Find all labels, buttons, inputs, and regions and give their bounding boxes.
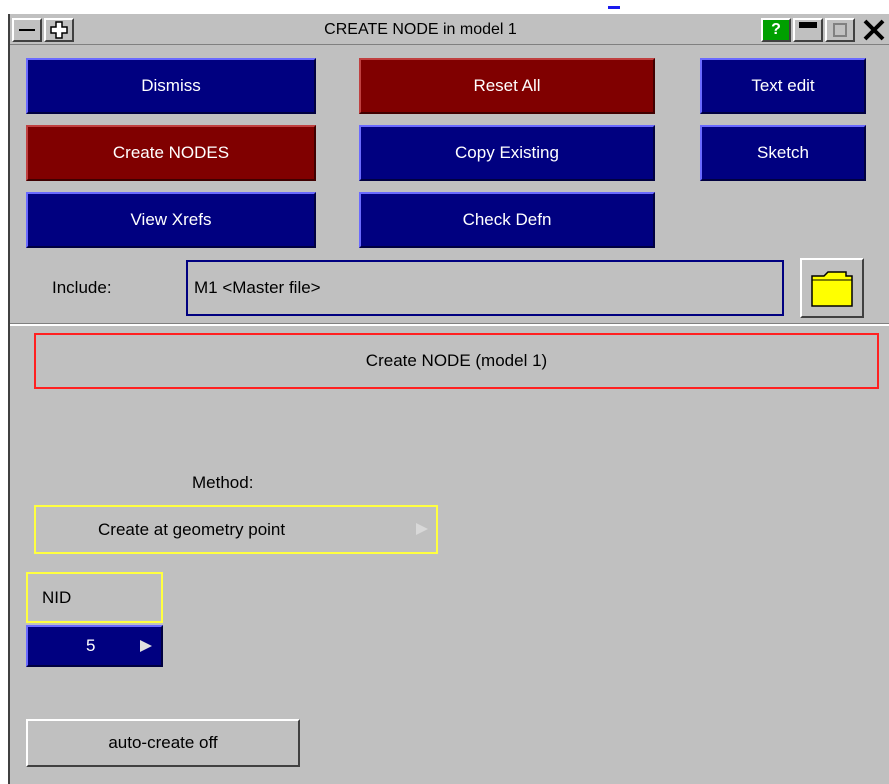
maximize-icon <box>833 23 847 37</box>
window-menu-button[interactable] <box>12 18 42 42</box>
pin-button[interactable] <box>44 18 74 42</box>
window-title: CREATE NODE in model 1 <box>324 21 517 38</box>
minus-icon <box>19 29 35 31</box>
maximize-button[interactable] <box>825 18 855 42</box>
minimize-icon <box>799 22 817 28</box>
help-button[interactable]: ? <box>761 18 791 42</box>
method-label: Method: <box>192 473 254 492</box>
nid-value: 5 <box>86 636 96 655</box>
method-selected-value: Create at geometry point <box>98 519 286 539</box>
dropdown-arrow-icon <box>416 523 428 535</box>
create-node-window: CREATE NODE in model 1 ? Dismiss Reset A… <box>8 14 889 784</box>
method-dropdown[interactable]: Create at geometry point <box>34 505 438 554</box>
background-strip <box>0 0 889 14</box>
close-button[interactable] <box>859 18 889 42</box>
view-xrefs-button[interactable]: View Xrefs <box>26 192 316 248</box>
background-link-fragment <box>608 6 620 9</box>
include-label: Include: <box>52 278 112 297</box>
nid-field[interactable]: 5 <box>26 625 163 667</box>
dismiss-button[interactable]: Dismiss <box>26 58 316 114</box>
reset-all-button[interactable]: Reset All <box>359 58 655 114</box>
check-defn-button[interactable]: Check Defn <box>359 192 655 248</box>
nid-arrow-icon[interactable] <box>140 640 152 652</box>
nid-label: NID <box>26 572 163 623</box>
text-edit-button[interactable]: Text edit <box>700 58 866 114</box>
auto-create-button[interactable]: auto-create off <box>26 719 300 767</box>
move-cross-icon <box>50 21 68 39</box>
sketch-button[interactable]: Sketch <box>700 125 866 181</box>
create-node-panel-title: Create NODE (model 1) <box>34 333 879 389</box>
help-icon: ? <box>771 21 781 38</box>
section-divider <box>10 323 889 326</box>
close-icon <box>863 19 885 41</box>
copy-existing-button[interactable]: Copy Existing <box>359 125 655 181</box>
title-bar: CREATE NODE in model 1 ? <box>10 16 889 45</box>
folder-icon <box>811 271 853 307</box>
create-nodes-button[interactable]: Create NODES <box>26 125 316 181</box>
browse-folder-button[interactable] <box>800 258 864 318</box>
minimize-button[interactable] <box>793 18 823 42</box>
include-field[interactable]: M1 <Master file> <box>186 260 784 316</box>
